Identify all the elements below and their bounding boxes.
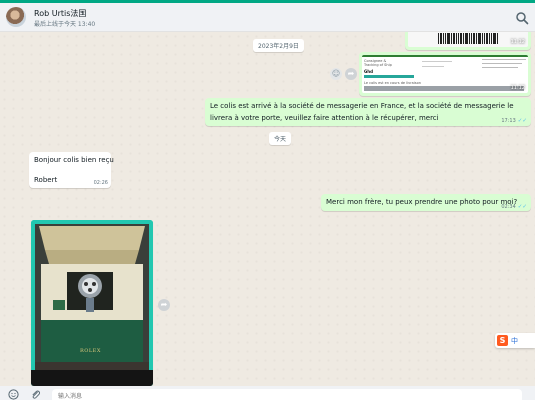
message-text-line: Bonjour colis bien reçu <box>34 156 114 164</box>
tracking-doc-line: Tracking of Ship <box>364 63 392 67</box>
contact-name[interactable]: Rob Urtis法国 <box>34 8 86 19</box>
search-icon[interactable] <box>515 11 529 25</box>
date-divider: 今天 <box>269 132 292 145</box>
contact-avatar[interactable] <box>6 7 26 27</box>
forward-icon[interactable]: ➦ <box>345 68 357 80</box>
chat-header[interactable]: Rob Urtis法国 最后上线于今天 13:40 <box>0 3 535 32</box>
message-input[interactable] <box>52 389 522 400</box>
ime-toolbar[interactable]: S 中 <box>495 333 535 348</box>
double-check-icon: ✓✓ <box>517 204 527 210</box>
reaction-icon[interactable]: ☺ <box>330 68 342 80</box>
message-composer <box>0 386 535 400</box>
image-message-tracking[interactable]: Consignee & Tracking of Ship Ghd Le coli… <box>359 52 531 96</box>
tracking-doc-line: Ghd <box>364 69 373 74</box>
message-time-with-ticks: 17:13 ✓✓ <box>501 118 527 124</box>
sogou-ime-icon[interactable]: S <box>497 335 508 346</box>
message-time: 02:26 <box>93 180 108 186</box>
image-message-shipping-label[interactable]: 11:12 <box>405 32 531 50</box>
message-time: 02:34 <box>501 204 516 210</box>
message-time: 17:13 <box>501 118 516 124</box>
message-time-with-ticks: 02:34 ✓✓ <box>501 204 527 210</box>
watch-box-photo <box>31 220 153 386</box>
tracking-screenshot[interactable]: Consignee & Tracking of Ship Ghd Le coli… <box>362 55 528 93</box>
message-time: 11:12 <box>510 85 525 91</box>
emoji-icon[interactable] <box>8 389 19 400</box>
double-check-icon: ✓✓ <box>517 118 527 124</box>
rolex-logo: ROLEX <box>80 348 101 354</box>
outgoing-message[interactable]: Merci mon frère, tu peux prendre une pho… <box>321 194 531 211</box>
message-text: Merci mon frère, tu peux prendre une pho… <box>326 198 518 206</box>
tracking-doc-line: Le colis est en cours de livraison <box>364 81 421 85</box>
incoming-message[interactable]: Bonjour colis bien reçu Robert 02:26 <box>29 152 114 188</box>
message-text-line: Robert <box>34 176 58 184</box>
ime-language-label[interactable]: 中 <box>511 336 518 346</box>
whatsapp-web-window: Rob Urtis法国 最后上线于今天 13:40 11:12 2023年2月9… <box>0 0 535 400</box>
outgoing-message[interactable]: Le colis est arrivé à la société de mess… <box>205 98 531 126</box>
date-divider: 2023年2月9日 <box>253 39 304 52</box>
image-message-watch-photo[interactable]: ROLEX <box>31 220 153 386</box>
message-time: 11:12 <box>510 39 525 45</box>
message-text: Le colis est arrivé à la société de mess… <box>210 102 514 122</box>
forward-icon[interactable]: ➦ <box>158 299 170 311</box>
contact-last-seen: 最后上线于今天 13:40 <box>34 21 96 28</box>
attach-icon[interactable] <box>30 389 41 400</box>
